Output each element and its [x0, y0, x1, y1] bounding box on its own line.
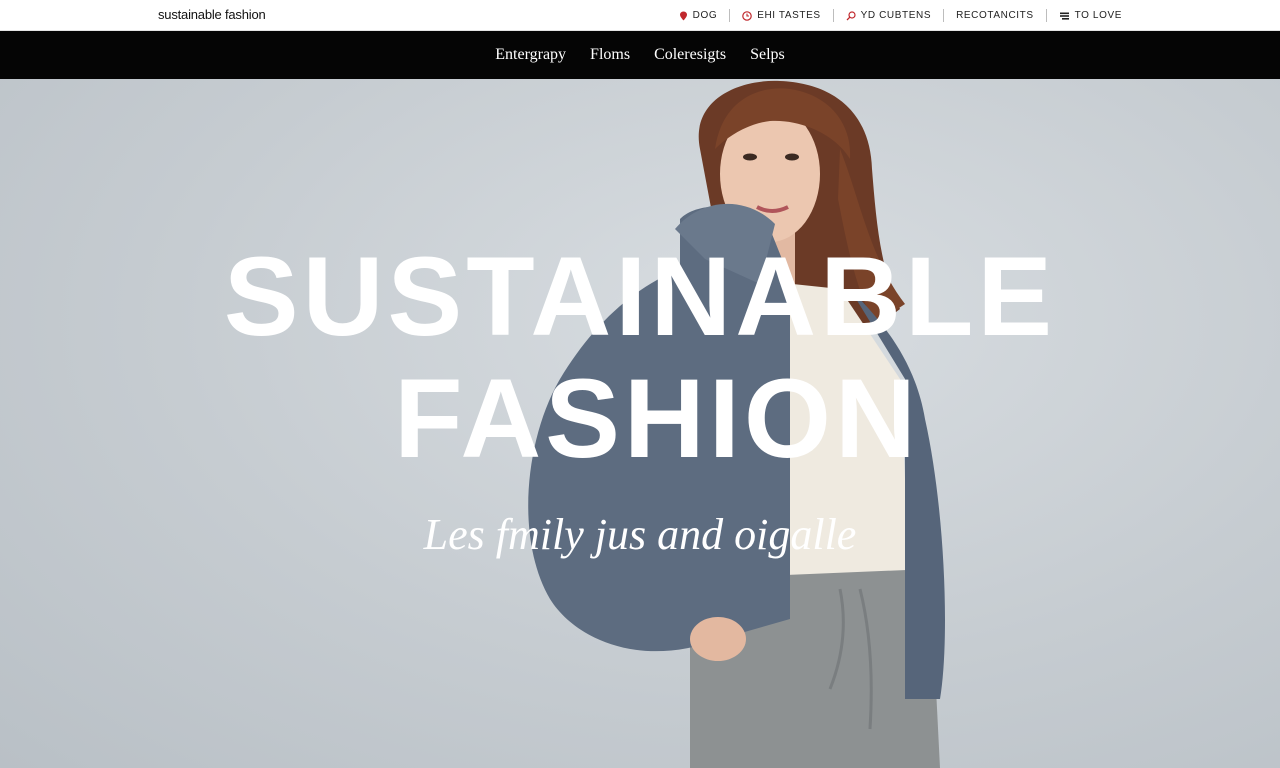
nav-item-floms[interactable]: Floms: [590, 46, 630, 64]
utility-link-label: DOG: [692, 10, 718, 21]
location-pin-icon: [679, 11, 688, 21]
nav-item-selps[interactable]: Selps: [750, 46, 785, 64]
nav-item-coleresigts[interactable]: Coleresigts: [654, 46, 726, 64]
hero-headline-line2: FASHION: [394, 356, 920, 481]
clock-icon: [742, 10, 753, 21]
utility-link-search[interactable]: YD CUBTENS: [834, 10, 943, 21]
utility-link-label: RECOTANCITS: [956, 10, 1034, 21]
utility-link-label: TO LOVE: [1074, 10, 1122, 21]
hero-tagline: Les fmily jus and oigalle: [423, 510, 857, 559]
site-logo[interactable]: sustainable fashion: [158, 7, 266, 22]
search-icon: [846, 10, 856, 21]
nav-item-entergrapy[interactable]: Entergrapy: [495, 46, 566, 64]
main-nav: Entergrapy Floms Coleresigts Selps: [0, 31, 1280, 79]
utility-link-label: EHI TASTES: [757, 10, 821, 21]
utility-link-to-love[interactable]: TO LOVE: [1047, 10, 1134, 21]
hero-banner[interactable]: SUSTAINABLE FASHION Les fmily jus and oi…: [0, 79, 1280, 768]
utility-link-tastes[interactable]: EHI TASTES: [730, 10, 832, 21]
hero-headline-line1: SUSTAINABLE: [223, 234, 1057, 359]
bag-icon: [1059, 11, 1070, 21]
utility-link-label: YD CUBTENS: [860, 10, 932, 21]
utility-links: DOG EHI TASTES YD CUBTENS RECOTANCITS TO…: [667, 0, 1134, 31]
utility-link-dog[interactable]: DOG: [667, 10, 730, 21]
utility-link-recotancits[interactable]: RECOTANCITS: [944, 10, 1046, 21]
utility-bar: sustainable fashion DOG EHI TASTES YD CU…: [0, 0, 1280, 31]
